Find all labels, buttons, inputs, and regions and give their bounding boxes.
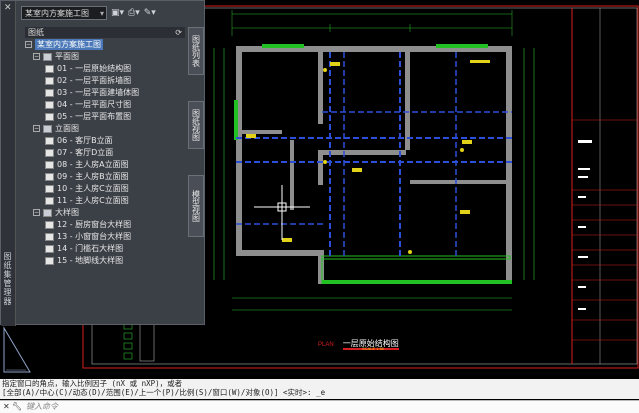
sheets-header-label: 图纸 bbox=[28, 28, 44, 37]
close-icon[interactable]: ✕ bbox=[4, 3, 12, 13]
tree-item-label: 12 - 厨房窗台大样图 bbox=[57, 220, 132, 229]
tree-sheet[interactable]: 06 - 客厅B立面 bbox=[45, 135, 113, 146]
tree-item-label: 03 - 一层平面建墙体图 bbox=[57, 88, 140, 97]
tree-item-label: 01 - 一层原始结构图 bbox=[57, 64, 132, 73]
collapse-icon[interactable]: − bbox=[33, 53, 40, 60]
wrench-icon[interactable]: 🔧︎ bbox=[12, 401, 22, 413]
close-icon[interactable]: ✕ bbox=[3, 401, 10, 413]
tree-root-sheetset[interactable]: − 某室内方案施工图 bbox=[25, 39, 103, 50]
tree-item-label: 10 - 主人房C立面图 bbox=[57, 184, 129, 193]
folder-icon bbox=[43, 208, 52, 217]
tab-label: 图纸列表 bbox=[191, 35, 201, 67]
collapse-icon[interactable]: − bbox=[25, 41, 32, 48]
sheet-icon bbox=[45, 64, 54, 73]
sheet-icon bbox=[45, 184, 54, 193]
tree-sheet[interactable]: 03 - 一层平面建墙体图 bbox=[45, 87, 139, 98]
tree-item-label: 05 - 一层平面布置图 bbox=[57, 112, 132, 121]
tree-sheet[interactable]: 15 - 地脚线大样图 bbox=[45, 255, 123, 266]
sheet-icon bbox=[45, 244, 54, 253]
chevron-down-icon[interactable]: ▾ bbox=[100, 7, 104, 21]
collapse-icon[interactable]: − bbox=[33, 209, 40, 216]
command-input[interactable]: 键入命令 bbox=[26, 401, 58, 413]
sheet-tools-icon[interactable]: ▣▾ bbox=[111, 8, 124, 18]
plan-prefix: PLAN bbox=[318, 342, 334, 348]
tree-item-label: 平面图 bbox=[55, 52, 79, 61]
tree-sheet[interactable]: 13 - 小窗窗台大样图 bbox=[45, 231, 131, 242]
tree-root-label: 某室内方案施工图 bbox=[35, 39, 103, 50]
command-history: 指定窗口的角点，输入比例因子 (nX 或 nXP)，或者 [全部(A)/中心(C… bbox=[0, 379, 639, 399]
sheet-icon bbox=[45, 160, 54, 169]
sheet-icon bbox=[45, 76, 54, 85]
plan-scale: SCALE 1:50 bbox=[362, 346, 385, 351]
tree-group[interactable]: − 立面图 bbox=[33, 123, 79, 134]
palette-vertical-title: 图纸集管理器 bbox=[3, 252, 12, 306]
publish-icon[interactable]: ⎙▾ bbox=[128, 8, 140, 18]
tree-sheet[interactable]: 05 - 一层平面布置图 bbox=[45, 111, 131, 122]
tree-sheet[interactable]: 01 - 一层原始结构图 bbox=[45, 63, 131, 74]
command-line[interactable]: ✕ 🔧︎ 键入命令 bbox=[0, 400, 639, 413]
tree-sheet[interactable]: 14 - 门槛石大样图 bbox=[45, 243, 123, 254]
sheet-icon bbox=[45, 232, 54, 241]
plan-title-block: PLAN 一层原始结构图 bbox=[318, 331, 399, 350]
tree-sheet[interactable]: 08 - 主人房A立面图 bbox=[45, 159, 129, 170]
tab-label: 图纸视图 bbox=[191, 109, 201, 141]
sheet-icon bbox=[45, 100, 54, 109]
tree-sheet[interactable]: 02 - 一层平面拆墙图 bbox=[45, 75, 131, 86]
tree-group[interactable]: − 大样图 bbox=[33, 207, 79, 218]
sheet-icon bbox=[45, 88, 54, 97]
command-history-line-2: [全部(A)/中心(C)/动态(D)/范围(E)/上一个(P)/比例(S)/窗口… bbox=[2, 388, 326, 397]
tree-item-label: 09 - 主人房B立面图 bbox=[57, 172, 129, 181]
sheet-icon bbox=[45, 220, 54, 229]
collapse-icon[interactable]: − bbox=[33, 125, 40, 132]
tree-item-label: 07 - 客厅D立面 bbox=[57, 148, 114, 157]
sheet-icon bbox=[45, 136, 54, 145]
sheet-tree: − 某室内方案施工图 − 平面图 01 - 一层原始结构图 02 - 一层平面拆墙… bbox=[25, 39, 185, 319]
tree-sheet[interactable]: 04 - 一层平面尺寸图 bbox=[45, 99, 131, 110]
sheet-set-manager-palette[interactable]: ✕ 图纸集管理器 某室内方案施工图 ▾ ▣▾ ⎙▾ ✎▾ 图纸 ⟳ − 某室内方… bbox=[0, 0, 205, 326]
tree-sheet[interactable]: 11 - 主人房C立面图 bbox=[45, 195, 129, 206]
tree-item-label: 06 - 客厅B立面 bbox=[57, 136, 113, 145]
sheet-icon bbox=[45, 196, 54, 205]
tree-sheet[interactable]: 12 - 厨房窗台大样图 bbox=[45, 219, 131, 230]
tree-sheet[interactable]: 10 - 主人房C立面图 bbox=[45, 183, 129, 194]
sheet-icon bbox=[45, 148, 54, 157]
sheet-icon bbox=[45, 112, 54, 121]
palette-toolbar: 某室内方案施工图 ▾ ▣▾ ⎙▾ ✎▾ bbox=[21, 5, 156, 21]
tab-model-views[interactable]: 模型视图 bbox=[188, 175, 204, 237]
tree-item-label: 大样图 bbox=[55, 208, 79, 217]
tree-group[interactable]: − 平面图 bbox=[33, 51, 79, 62]
settings-icon[interactable]: ✎▾ bbox=[144, 8, 156, 18]
folder-icon bbox=[43, 124, 52, 133]
tab-sheet-list[interactable]: 图纸列表 bbox=[188, 27, 204, 75]
tree-sheet[interactable]: 07 - 客厅D立面 bbox=[45, 147, 113, 158]
tree-item-label: 02 - 一层平面拆墙图 bbox=[57, 76, 132, 85]
sheet-icon bbox=[45, 172, 54, 181]
tree-sheet[interactable]: 09 - 主人房B立面图 bbox=[45, 171, 129, 182]
tree-item-label: 08 - 主人房A立面图 bbox=[57, 160, 129, 169]
sheet-set-combo-value: 某室内方案施工图 bbox=[25, 9, 89, 18]
tree-item-label: 14 - 门槛石大样图 bbox=[57, 244, 124, 253]
tree-item-label: 11 - 主人房C立面图 bbox=[57, 196, 129, 205]
folder-icon bbox=[43, 52, 52, 61]
tab-label: 模型视图 bbox=[191, 190, 201, 222]
tree-item-label: 04 - 一层平面尺寸图 bbox=[57, 100, 132, 109]
tab-sheet-views[interactable]: 图纸视图 bbox=[188, 101, 204, 149]
sheet-set-combo[interactable]: 某室内方案施工图 ▾ bbox=[21, 6, 107, 20]
tree-item-label: 立面图 bbox=[55, 124, 79, 133]
tree-item-label: 13 - 小窗窗台大样图 bbox=[57, 232, 132, 241]
sheets-header: 图纸 ⟳ bbox=[25, 27, 185, 38]
command-history-line-1: 指定窗口的角点，输入比例因子 (nX 或 nXP)，或者 bbox=[2, 379, 183, 388]
tree-item-label: 15 - 地脚线大样图 bbox=[57, 256, 124, 265]
palette-title-strip[interactable]: ✕ 图纸集管理器 bbox=[1, 1, 16, 326]
sheet-icon bbox=[45, 256, 54, 265]
refresh-icon[interactable]: ⟳ bbox=[175, 27, 182, 38]
